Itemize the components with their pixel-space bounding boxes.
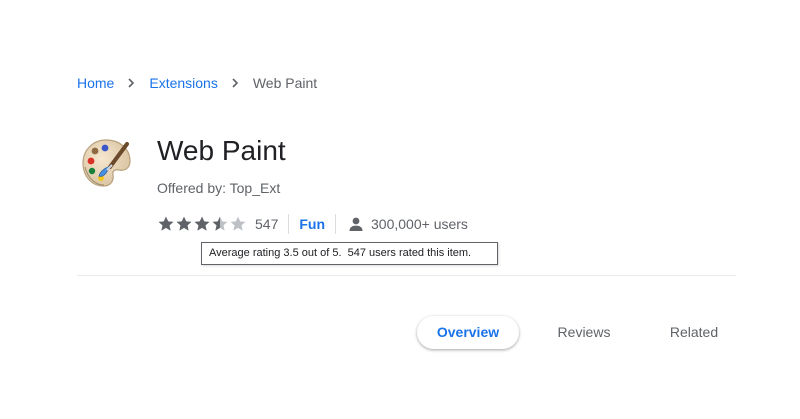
tab-related[interactable]: Related bbox=[655, 316, 733, 349]
rating-stars[interactable] bbox=[157, 215, 247, 233]
divider bbox=[335, 214, 337, 234]
person-icon bbox=[349, 217, 363, 231]
rating-tooltip: Average rating 3.5 out of 5. 547 users r… bbox=[201, 242, 498, 265]
chevron-right-icon bbox=[128, 78, 135, 88]
breadcrumb-extensions-link[interactable]: Extensions bbox=[149, 75, 217, 91]
divider-line bbox=[77, 275, 736, 276]
meta-row: 547 Fun 300,000+ users bbox=[157, 213, 468, 235]
star-icon bbox=[176, 216, 192, 231]
star-icon bbox=[194, 216, 210, 231]
star-icon bbox=[230, 216, 246, 231]
chevron-right-icon bbox=[232, 78, 238, 88]
divider bbox=[288, 214, 290, 234]
star-icon bbox=[212, 216, 228, 231]
page: Home Extensions Web Paint Web Paint Offe… bbox=[0, 0, 800, 419]
category-link[interactable]: Fun bbox=[299, 216, 325, 232]
star-icon bbox=[158, 216, 174, 231]
app-title: Web Paint bbox=[157, 135, 286, 166]
tab-reviews[interactable]: Reviews bbox=[545, 316, 623, 349]
tab-overview[interactable]: Overview bbox=[417, 316, 519, 349]
breadcrumb-home-link[interactable]: Home bbox=[77, 75, 114, 91]
offered-by: Offered by: Top_Ext bbox=[157, 180, 281, 196]
paint-palette-icon bbox=[82, 139, 131, 187]
rating-count: 547 bbox=[255, 216, 279, 232]
user-count: 300,000+ users bbox=[371, 216, 468, 232]
breadcrumb: Home Extensions Web Paint bbox=[77, 74, 317, 92]
breadcrumb-current: Web Paint bbox=[252, 75, 318, 91]
